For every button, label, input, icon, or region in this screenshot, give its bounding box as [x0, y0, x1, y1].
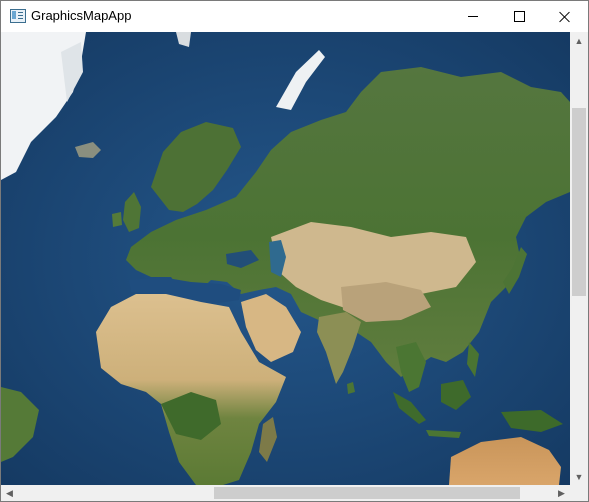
title-bar[interactable]: GraphicsMapApp: [1, 1, 588, 32]
vertical-scrollbar[interactable]: ▲ ▼: [570, 32, 588, 485]
map-app-icon: [10, 9, 26, 23]
ireland: [112, 212, 122, 227]
maximize-button[interactable]: [496, 1, 542, 32]
close-button[interactable]: [542, 1, 588, 32]
app-window: GraphicsMapApp ▲ ▼ ◀ ▶: [0, 0, 589, 502]
minimize-icon: [468, 16, 478, 17]
scroll-down-button[interactable]: ▼: [570, 468, 588, 485]
vertical-scroll-thumb[interactable]: [572, 108, 586, 296]
horizontal-scroll-thumb[interactable]: [214, 487, 520, 499]
scroll-left-button[interactable]: ◀: [1, 485, 18, 501]
scroll-up-button[interactable]: ▲: [570, 32, 588, 49]
maximize-icon: [513, 11, 525, 22]
horizontal-scrollbar[interactable]: ◀ ▶: [1, 485, 570, 501]
window-title: GraphicsMapApp: [31, 8, 132, 23]
scrollbar-corner: [570, 485, 588, 501]
satellite-map[interactable]: [1, 32, 570, 485]
map-view[interactable]: [1, 32, 570, 485]
minimize-button[interactable]: [450, 1, 496, 32]
close-icon: [559, 11, 571, 23]
scroll-right-button[interactable]: ▶: [553, 485, 570, 501]
